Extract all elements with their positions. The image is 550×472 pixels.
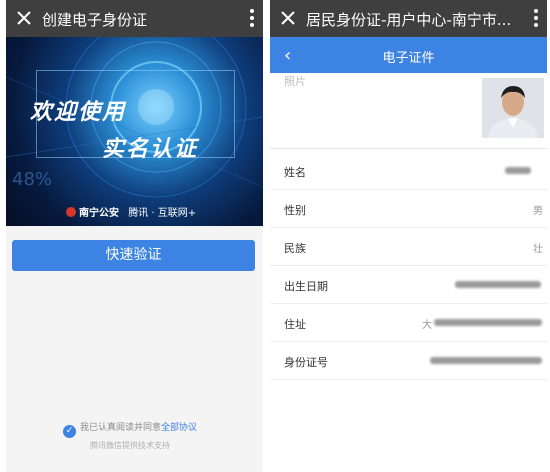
checkbox-checked-icon[interactable]: ✓	[63, 425, 76, 438]
create-eid-screen: 创建电子身份证 48% 欢迎使用 实名认证 南宁公安 腾讯 · 互联网+ 快速验…	[6, 0, 263, 472]
tencent-brand: 腾讯 · 互联网+	[128, 208, 197, 219]
close-icon[interactable]	[276, 6, 300, 30]
sub-header-title: 电子证件	[382, 51, 435, 66]
police-badge-icon	[66, 207, 76, 217]
e-certificate-screen: 居民身份证-用户中心-南宁市... ‹ 电子证件 照片 姓名 性别 男 民族 壮…	[270, 0, 547, 472]
page-title: 创建电子身份证	[42, 11, 148, 29]
top-bar: 创建电子身份证	[6, 0, 263, 37]
banner-brands: 南宁公安 腾讯 · 互联网+	[66, 204, 202, 219]
id-photo	[482, 78, 544, 138]
top-bar: 居民身份证-用户中心-南宁市...	[270, 0, 547, 37]
field-value: 大	[422, 320, 432, 331]
id-field-list: 姓名 性别 男 民族 壮 出生日期 住址 大 身份证号	[270, 152, 547, 380]
redaction-mark	[455, 281, 541, 288]
police-brand: 南宁公安	[66, 207, 119, 219]
field-label: 住址	[284, 318, 306, 331]
more-vertical-icon[interactable]	[533, 6, 539, 30]
field-row-address: 住址 大	[270, 304, 547, 342]
banner-bg-text: 48%	[12, 169, 52, 190]
field-label: 身份证号	[284, 356, 328, 369]
banner-title-line2: 实名认证	[102, 137, 199, 162]
field-row-id-number: 身份证号	[270, 342, 547, 380]
sub-header: ‹ 电子证件	[270, 37, 547, 73]
field-label: 姓名	[284, 166, 306, 179]
quick-verify-button[interactable]: 快速验证	[12, 240, 255, 271]
agreement-link[interactable]: 全部协议	[161, 423, 197, 433]
welcome-banner: 48% 欢迎使用 实名认证 南宁公安 腾讯 · 互联网+	[6, 37, 263, 226]
photo-row: 照片	[270, 73, 547, 149]
field-row-ethnicity: 民族 壮	[270, 228, 547, 266]
agreement-row[interactable]: ✓ 我已认真阅读并同意全部协议	[63, 420, 197, 438]
page-title: 居民身份证-用户中心-南宁市...	[306, 11, 512, 29]
redaction-mark	[430, 357, 542, 364]
field-label: 出生日期	[284, 280, 328, 293]
photo-label: 照片	[284, 75, 306, 88]
field-value: 男	[533, 206, 543, 217]
field-row-gender: 性别 男	[270, 190, 547, 228]
field-value: 壮	[533, 244, 543, 255]
field-label: 民族	[284, 242, 306, 255]
field-row-birthdate: 出生日期	[270, 266, 547, 304]
field-row-name: 姓名	[270, 152, 547, 190]
close-icon[interactable]	[12, 6, 36, 30]
redaction-mark	[434, 319, 542, 326]
agreement-text: 我已认真阅读并同意	[80, 423, 162, 433]
field-label: 性别	[284, 204, 306, 217]
more-vertical-icon[interactable]	[249, 6, 255, 30]
banner-title-line1: 欢迎使用	[30, 100, 127, 125]
tech-support-note: 腾讯微信提供技术支持	[90, 441, 170, 450]
redaction-mark	[505, 167, 531, 174]
